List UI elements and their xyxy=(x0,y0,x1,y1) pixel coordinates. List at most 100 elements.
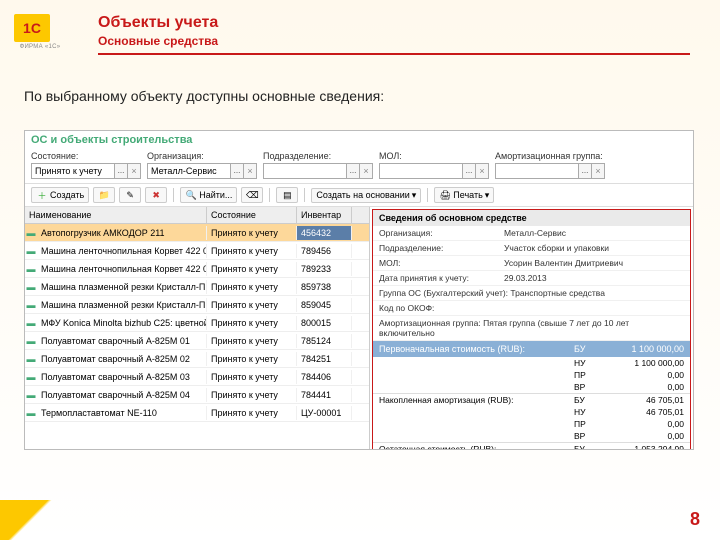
filter-state-label: Состояние: xyxy=(31,151,141,161)
find-button[interactable]: 🔍Найти... xyxy=(180,187,237,203)
amort-cost-label: Накопленная амортизация (RUB): xyxy=(379,395,574,405)
cell-name: Термопластавтомат NE-110 xyxy=(37,406,207,420)
clear-icon[interactable]: × xyxy=(359,163,373,179)
table-row[interactable]: ▬Автопогрузчик АМКОДОР 211Принято к учет… xyxy=(25,224,369,242)
delete-button[interactable]: ✖ xyxy=(145,187,167,203)
cell-name: Полуавтомат сварочный А-825М 03 xyxy=(37,370,207,384)
dots-icon[interactable]: … xyxy=(578,163,592,179)
item-icon: ▬ xyxy=(25,246,37,256)
item-icon: ▬ xyxy=(25,408,37,418)
window-title: ОС и объекты строительства xyxy=(25,131,693,149)
find-label: Найти... xyxy=(199,190,232,200)
pencil-icon: ✎ xyxy=(124,189,136,201)
cell-inv: 859738 xyxy=(297,280,352,294)
separator xyxy=(269,188,270,202)
cost-v: 46 705,01 xyxy=(604,395,684,405)
folder-plus-icon: 📁 xyxy=(98,189,110,201)
cell-inv: ЦУ-00001 xyxy=(297,406,352,420)
table-row[interactable]: ▬Термопластавтомат NE-110Принято к учету… xyxy=(25,404,369,422)
dots-icon[interactable]: … xyxy=(462,163,476,179)
title-bar: Объекты учета Основные средства xyxy=(98,14,720,55)
cell-state: Принято к учету xyxy=(207,388,297,402)
clear-icon[interactable]: × xyxy=(243,163,257,179)
create-button[interactable]: ＋Создать xyxy=(31,187,89,203)
cell-state: Принято к учету xyxy=(207,298,297,312)
clear-icon[interactable]: × xyxy=(127,163,141,179)
create-based-button[interactable]: Создать на основании ▾ xyxy=(311,188,421,203)
okof-label: Код по ОКОФ: xyxy=(379,303,684,313)
filter-dep-input[interactable] xyxy=(263,163,347,179)
search-icon: 🔍 xyxy=(185,189,197,201)
clear-find-button[interactable]: ⌫ xyxy=(241,187,263,203)
cell-inv: 784251 xyxy=(297,352,352,366)
table-row[interactable]: ▬Полуавтомат сварочный А-825М 04Принято … xyxy=(25,386,369,404)
clear-icon[interactable]: × xyxy=(475,163,489,179)
cost-k: НУ xyxy=(574,407,604,417)
page-number: 8 xyxy=(690,509,700,530)
print-button[interactable]: 🖨Печать ▾ xyxy=(434,187,494,203)
cell-inv: 800015 xyxy=(297,316,352,330)
item-icon: ▬ xyxy=(25,300,37,310)
filter-bar: Состояние: Принято к учету … × Организац… xyxy=(25,149,693,184)
th-inv[interactable]: Инвентар xyxy=(297,207,352,223)
group-label: Группа ОС (Бухгалтерский учет): Транспор… xyxy=(379,288,684,298)
filter-org-label: Организация: xyxy=(147,151,257,161)
cost-k: ВР xyxy=(574,431,604,441)
table: Наименование Состояние Инвентар ▬Автопог… xyxy=(25,207,370,450)
filter-mol-input[interactable] xyxy=(379,163,463,179)
filter-mol-label: МОЛ: xyxy=(379,151,489,161)
table-row[interactable]: ▬Машина плазменной резки Кристалл-ППлПри… xyxy=(25,278,369,296)
cost-v: 0,00 xyxy=(604,382,684,392)
cost-v: 1 100 000,00 xyxy=(604,358,684,368)
cell-name: Полуавтомат сварочный А-825М 02 xyxy=(37,352,207,366)
edit-button[interactable]: ✎ xyxy=(119,187,141,203)
title-sub: Основные средства xyxy=(98,34,720,48)
logo: 1С ФИРМА «1С» xyxy=(14,14,66,59)
print-icon: 🖨 xyxy=(439,189,451,201)
separator xyxy=(427,188,428,202)
table-row[interactable]: ▬Полуавтомат сварочный А-825М 01Принято … xyxy=(25,332,369,350)
cost-header: Первоначальная стоимость (RUB):БУ1 100 0… xyxy=(373,341,690,357)
dots-icon[interactable]: … xyxy=(114,163,128,179)
th-state[interactable]: Состояние xyxy=(207,207,297,223)
cell-name: Автопогрузчик АМКОДОР 211 xyxy=(37,226,207,240)
cell-name: Машина плазменной резки Кристалл-ППл xyxy=(37,280,207,294)
table-row[interactable]: ▬МФУ Konica Minolta bizhub C25: цветной;… xyxy=(25,314,369,332)
title-main: Объекты учета xyxy=(98,14,720,32)
list-button[interactable]: ▤ xyxy=(276,187,298,203)
filter-amort-input[interactable] xyxy=(495,163,579,179)
filter-state-input[interactable]: Принято к учету xyxy=(31,163,115,179)
cell-name: Машина плазменной резки Кристалл-ППл xyxy=(37,298,207,312)
new-folder-button[interactable]: 📁 xyxy=(93,187,115,203)
filter-org-input[interactable]: Металл-Сервис xyxy=(147,163,231,179)
dots-icon[interactable]: … xyxy=(346,163,360,179)
cell-inv: 784441 xyxy=(297,388,352,402)
dep-value: Участок сборки и упаковки xyxy=(504,243,684,253)
mol-label: МОЛ: xyxy=(379,258,504,268)
clear-icon[interactable]: × xyxy=(591,163,605,179)
mol-value: Усорин Валентин Дмитриевич xyxy=(504,258,684,268)
table-row[interactable]: ▬Машина ленточнопильная Корвет 422 02При… xyxy=(25,260,369,278)
th-name[interactable]: Наименование xyxy=(25,207,207,223)
table-row[interactable]: ▬Полуавтомат сварочный А-825М 02Принято … xyxy=(25,350,369,368)
cell-state: Принято к учету xyxy=(207,352,297,366)
cell-inv: 789233 xyxy=(297,262,352,276)
print-label: Печать xyxy=(453,190,482,200)
dep-label: Подразделение: xyxy=(379,243,504,253)
table-header: Наименование Состояние Инвентар xyxy=(25,207,369,224)
date-value: 29.03.2013 xyxy=(504,273,684,283)
table-row[interactable]: ▬Машина плазменной резки Кристалл-ППлПри… xyxy=(25,296,369,314)
cell-name: Машина ленточнопильная Корвет 422 01 xyxy=(37,244,207,258)
cost-header-label: Первоначальная стоимость (RUB): xyxy=(379,344,574,354)
org-label: Организация: xyxy=(379,228,504,238)
toolbar: ＋Создать 📁 ✎ ✖ 🔍Найти... ⌫ ▤ Создать на … xyxy=(25,184,693,207)
cell-state: Принято к учету xyxy=(207,370,297,384)
table-row[interactable]: ▬Машина ленточнопильная Корвет 422 01При… xyxy=(25,242,369,260)
dots-icon[interactable]: … xyxy=(230,163,244,179)
cost-k: ВР xyxy=(574,382,604,392)
cost-v: 0,00 xyxy=(604,431,684,441)
cost-k: БУ xyxy=(574,395,604,405)
table-row[interactable]: ▬Полуавтомат сварочный А-825М 03Принято … xyxy=(25,368,369,386)
cell-name: Полуавтомат сварочный А-825М 04 xyxy=(37,388,207,402)
date-label: Дата принятия к учету: xyxy=(379,273,504,283)
